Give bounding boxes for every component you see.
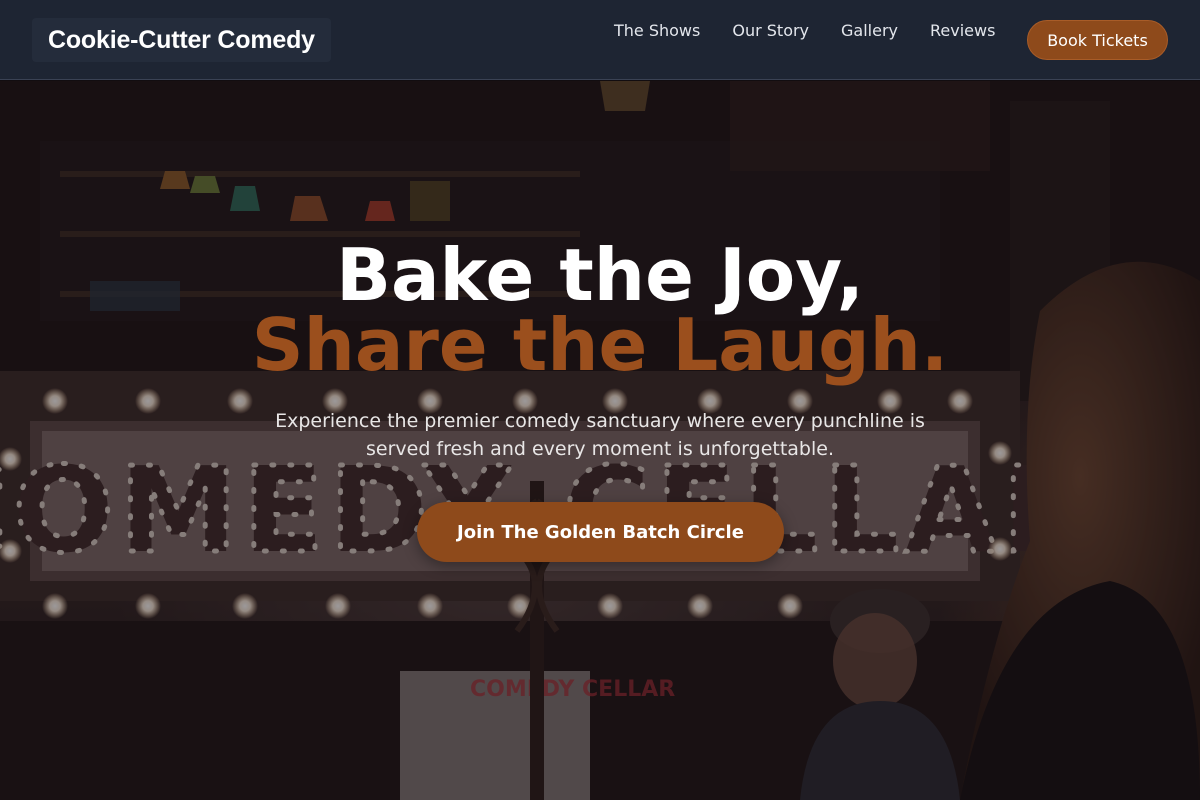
hero-content: Bake the Joy, Share the Laugh. Experienc… [0, 81, 1200, 800]
top-navbar: Cookie-Cutter Comedy The Shows Our Story… [0, 0, 1200, 80]
nav-link-gallery[interactable]: Gallery [841, 20, 898, 42]
hero-headline-line-1: Bake the Joy, [336, 233, 864, 317]
primary-nav: The Shows Our Story Gallery Reviews [614, 20, 995, 42]
nav-link-reviews[interactable]: Reviews [930, 20, 995, 42]
hero-section: COMEDY CELLAR [0, 81, 1200, 800]
book-tickets-button[interactable]: Book Tickets [1027, 20, 1168, 60]
brand-logo[interactable]: Cookie-Cutter Comedy [32, 18, 331, 62]
hero-headline-line-2: Share the Laugh. [251, 303, 949, 387]
nav-link-our-story[interactable]: Our Story [732, 20, 809, 42]
hero-subtitle: Experience the premier comedy sanctuary … [275, 410, 925, 460]
join-golden-batch-circle-button[interactable]: Join The Golden Batch Circle [417, 502, 784, 562]
nav-link-the-shows[interactable]: The Shows [614, 20, 700, 42]
